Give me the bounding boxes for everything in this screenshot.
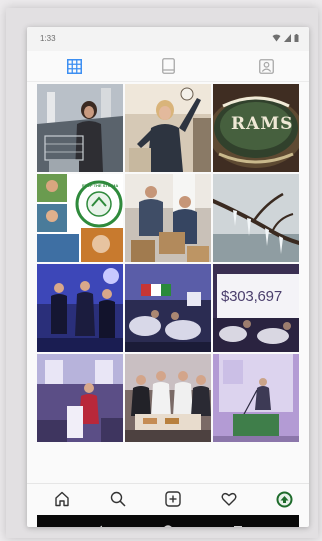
- post-photo: [37, 264, 123, 352]
- tab-feed[interactable]: [158, 58, 178, 74]
- home-circle-icon[interactable]: [162, 524, 174, 527]
- nav-home[interactable]: [53, 490, 71, 508]
- post-thumbnail[interactable]: $303,697: [213, 264, 299, 352]
- post-photo: [125, 84, 211, 172]
- status-time: 1:33: [40, 34, 56, 43]
- post-thumbnail[interactable]: RAMS: [213, 84, 299, 172]
- post-thumbnail[interactable]: [213, 174, 299, 262]
- post-photo: [213, 264, 299, 352]
- status-bar: 1:33: [27, 27, 309, 51]
- phone-screen: 1:33 RAMS STOP THE STIGMA $303,697: [27, 27, 309, 527]
- post-thumbnail[interactable]: [125, 174, 211, 262]
- post-thumbnail[interactable]: [37, 354, 123, 442]
- status-icons: [272, 34, 299, 42]
- activity-icon: [221, 492, 237, 506]
- post-photo: [213, 174, 299, 262]
- home-icon: [55, 491, 69, 507]
- recents-icon[interactable]: [232, 524, 244, 527]
- post-photo: [37, 354, 123, 442]
- donation-total: $303,697: [221, 288, 282, 305]
- nav-profile[interactable]: [275, 490, 293, 508]
- tab-grid[interactable]: [64, 58, 84, 74]
- feed-icon: [161, 58, 175, 74]
- stigma-logo-text: STOP THE STIGMA: [81, 183, 119, 188]
- system-navigation-bar: [37, 515, 299, 527]
- nav-new-post[interactable]: [164, 490, 182, 508]
- post-photo: [125, 264, 211, 352]
- post-thumbnail[interactable]: [125, 264, 211, 352]
- post-thumbnail[interactable]: [125, 354, 211, 442]
- tagged-icon: [258, 58, 274, 74]
- post-photo: [213, 354, 299, 442]
- post-grid: RAMS STOP THE STIGMA $303,697: [37, 84, 300, 480]
- profile-icon: [276, 491, 292, 507]
- tab-tagged[interactable]: [256, 58, 276, 74]
- post-thumbnail[interactable]: [213, 354, 299, 442]
- post-thumbnail[interactable]: [37, 84, 123, 172]
- signal-icon: [284, 34, 291, 42]
- post-photo: [125, 354, 211, 442]
- nav-activity[interactable]: [220, 490, 238, 508]
- back-icon[interactable]: [93, 524, 105, 527]
- post-thumbnail[interactable]: STOP THE STIGMA: [37, 174, 123, 262]
- post-photo: [125, 174, 211, 262]
- post-thumbnail[interactable]: [125, 84, 211, 172]
- wifi-icon: [272, 34, 281, 42]
- grid-icon: [66, 58, 82, 74]
- cake-text: RAMS: [231, 114, 294, 134]
- nav-search[interactable]: [109, 490, 127, 508]
- new-post-icon: [165, 491, 181, 507]
- post-thumbnail[interactable]: [37, 264, 123, 352]
- bottom-navigation: [27, 483, 309, 514]
- search-icon: [110, 491, 126, 507]
- post-photo: [37, 84, 123, 172]
- profile-tabs: [27, 51, 309, 82]
- battery-icon: [294, 34, 299, 42]
